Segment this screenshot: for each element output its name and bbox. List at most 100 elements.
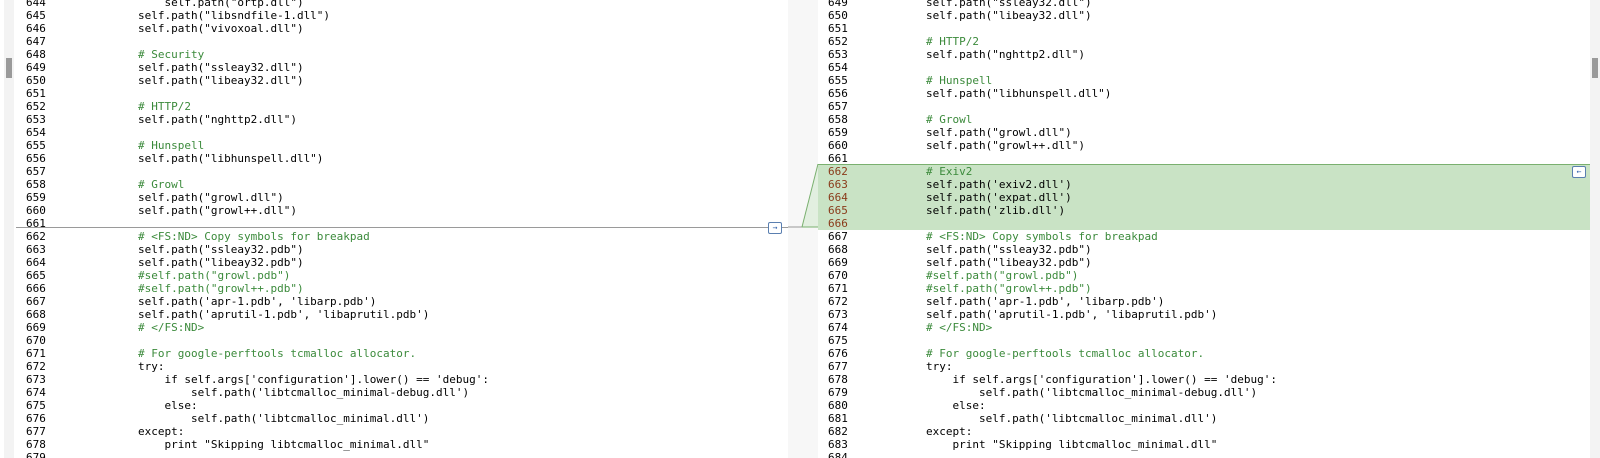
code-text[interactable]: self.path('libtcmalloc_minimal.dll') (926, 412, 1217, 425)
right-scroll-marker[interactable] (1592, 58, 1598, 78)
right-code-line[interactable]: 653 self.path("nghttp2.dll") (818, 48, 1594, 61)
code-text[interactable]: self.path("growl.dll") (926, 126, 1072, 139)
right-code-line[interactable]: 676 # For google-perftools tcmalloc alloc… (818, 347, 1594, 360)
right-code-line[interactable]: 665 self.path('zlib.dll') (818, 204, 1594, 217)
right-code-line[interactable]: 654 (818, 61, 1594, 74)
code-text[interactable]: self.path("libeay32.dll") (926, 9, 1092, 22)
right-code-line[interactable]: 652 # HTTP/2 (818, 35, 1594, 48)
left-code-line[interactable]: 660 self.path("growl++.dll") (16, 204, 788, 217)
code-text[interactable]: self.path('exiv2.dll') (926, 178, 1072, 191)
code-comment[interactable]: #self.path("growl++.pdb") (926, 282, 1092, 295)
code-text[interactable]: self.path("ssleay32.pdb") (926, 243, 1092, 256)
left-code-line[interactable]: 671 # For google-perftools tcmalloc alloc… (16, 347, 788, 360)
code-text[interactable]: self.path('expat.dll') (926, 191, 1072, 204)
right-code-line[interactable]: 678 if self.args['configuration'].lower(… (818, 373, 1594, 386)
right-code-line[interactable]: 680 else: (818, 399, 1594, 412)
left-code-line[interactable]: 644 self.path("ortp.dll") (16, 0, 788, 9)
code-text[interactable]: try: (138, 360, 165, 373)
left-code-line[interactable]: 652 # HTTP/2 (16, 100, 788, 113)
code-text[interactable]: self.path("growl++.dll") (138, 204, 297, 217)
code-text[interactable]: self.path('libtcmalloc_minimal-debug.dll… (926, 386, 1257, 399)
code-text[interactable]: self.path('aprutil-1.pdb', 'libaprutil.p… (138, 308, 429, 321)
code-text[interactable]: self.path('zlib.dll') (926, 204, 1065, 217)
code-text[interactable]: self.path("libhunspell.dll") (926, 87, 1111, 100)
left-code-line[interactable]: 668 self.path('aprutil-1.pdb', 'libapruti… (16, 308, 788, 321)
right-code-line[interactable]: 666 (818, 217, 1594, 230)
code-comment[interactable]: # </FS:ND> (926, 321, 992, 334)
code-comment[interactable]: # Hunspell (926, 74, 992, 87)
left-code-line[interactable]: 648 # Security (16, 48, 788, 61)
left-code-line[interactable]: 674 self.path('libtcmalloc_minimal-debug… (16, 386, 788, 399)
left-code-line[interactable]: 656 self.path("libhunspell.dll") (16, 152, 788, 165)
left-overview-ruler[interactable] (4, 0, 14, 458)
copy-to-left-icon[interactable]: ← (1572, 166, 1586, 178)
left-code-line[interactable]: 679 (16, 451, 788, 458)
left-code-line[interactable]: 657 (16, 165, 788, 178)
left-scroll-marker[interactable] (6, 58, 12, 78)
right-code-line[interactable]: 649 self.path("ssleay32.dll") (818, 0, 1594, 9)
code-comment[interactable]: # </FS:ND> (138, 321, 204, 334)
code-text[interactable]: self.path('libtcmalloc_minimal.dll') (138, 412, 429, 425)
left-code-line[interactable]: 655 # Hunspell (16, 139, 788, 152)
right-code-line[interactable]: 655 # Hunspell (818, 74, 1594, 87)
right-code-line[interactable]: 651 (818, 22, 1594, 35)
code-text[interactable]: try: (926, 360, 953, 373)
code-comment[interactable]: # <FS:ND> Copy symbols for breakpad (926, 230, 1158, 243)
right-code-line[interactable]: 671 #self.path("growl++.pdb") (818, 282, 1594, 295)
left-code-line[interactable]: 658 # Growl (16, 178, 788, 191)
right-code-line[interactable]: 664 self.path('expat.dll') (818, 191, 1594, 204)
code-comment[interactable]: #self.path("growl++.pdb") (138, 282, 304, 295)
left-code-line[interactable]: 672 try: (16, 360, 788, 373)
code-comment[interactable]: # Growl (926, 113, 972, 126)
code-text[interactable]: self.path("ortp.dll") (138, 0, 303, 9)
code-text[interactable]: self.path("vivoxoal.dll") (138, 22, 304, 35)
left-code-line[interactable]: 669 # </FS:ND> (16, 321, 788, 334)
right-code-line[interactable]: 656 self.path("libhunspell.dll") (818, 87, 1594, 100)
code-text[interactable]: self.path("libeay32.dll") (138, 74, 304, 87)
left-code-line[interactable]: 677 except: (16, 425, 788, 438)
left-code-line[interactable]: 659 self.path("growl.dll") (16, 191, 788, 204)
left-code-line[interactable]: 647 (16, 35, 788, 48)
right-code-line[interactable]: 681 self.path('libtcmalloc_minimal.dll') (818, 412, 1594, 425)
left-code-line[interactable]: 667 self.path('apr-1.pdb', 'libarp.pdb') (16, 295, 788, 308)
code-text[interactable]: self.path("libeay32.pdb") (926, 256, 1092, 269)
left-code-line[interactable]: 645 self.path("libsndfile-1.dll") (16, 9, 788, 22)
right-code-line[interactable]: 675 (818, 334, 1594, 347)
left-editor-pane[interactable]: 644 self.path("ortp.dll") 645 self.path("l… (16, 0, 788, 458)
code-comment[interactable]: # HTTP/2 (926, 35, 979, 48)
code-text[interactable]: print "Skipping libtcmalloc_minimal.dll" (138, 438, 429, 451)
copy-to-right-icon[interactable]: → (768, 222, 782, 234)
right-code-line[interactable]: 677 try: (818, 360, 1594, 373)
code-comment[interactable]: # Exiv2 (926, 165, 972, 178)
code-text[interactable]: self.path("libeay32.pdb") (138, 256, 304, 269)
right-code-line[interactable]: 674 # </FS:ND> (818, 321, 1594, 334)
right-code-line[interactable]: 660 self.path("growl++.dll") (818, 139, 1594, 152)
code-text[interactable]: self.path("growl++.dll") (926, 139, 1085, 152)
code-comment[interactable]: # HTTP/2 (138, 100, 191, 113)
right-code-line[interactable]: 661 (818, 152, 1594, 165)
code-text[interactable]: self.path("libsndfile-1.dll") (138, 9, 330, 22)
code-text[interactable]: if self.args['configuration'].lower() ==… (926, 373, 1277, 386)
right-code-line[interactable]: 668 self.path("ssleay32.pdb") (818, 243, 1594, 256)
left-code-line[interactable]: 662 # <FS:ND> Copy symbols for breakpad (16, 230, 788, 243)
left-code-line[interactable]: 646 self.path("vivoxoal.dll") (16, 22, 788, 35)
left-code-line[interactable]: 673 if self.args['configuration'].lower(… (16, 373, 788, 386)
code-text[interactable]: else: (138, 399, 197, 412)
code-text[interactable]: self.path("ssleay32.pdb") (138, 243, 304, 256)
left-code-line[interactable]: 666 #self.path("growl++.pdb") (16, 282, 788, 295)
left-code-line[interactable]: 651 (16, 87, 788, 100)
right-code-line[interactable]: 659 self.path("growl.dll") (818, 126, 1594, 139)
code-text[interactable]: self.path("libhunspell.dll") (138, 152, 323, 165)
code-text[interactable]: self.path('aprutil-1.pdb', 'libaprutil.p… (926, 308, 1217, 321)
right-code-line[interactable]: 650 self.path("libeay32.dll") (818, 9, 1594, 22)
right-code-line[interactable]: 682 except: (818, 425, 1594, 438)
right-code-line[interactable]: 679 self.path('libtcmalloc_minimal-debug… (818, 386, 1594, 399)
right-code-line[interactable]: 683 print "Skipping libtcmalloc_minimal.… (818, 438, 1594, 451)
code-comment[interactable]: # Security (138, 48, 204, 61)
left-code-line[interactable]: 661 (16, 217, 788, 230)
left-code-line[interactable]: 663 self.path("ssleay32.pdb") (16, 243, 788, 256)
right-code-line[interactable]: 667 # <FS:ND> Copy symbols for breakpad (818, 230, 1594, 243)
right-editor-pane[interactable]: 649 self.path("ssleay32.dll") 650 self.path… (818, 0, 1594, 458)
right-code-line[interactable]: 672 self.path('apr-1.pdb', 'libarp.pdb') (818, 295, 1594, 308)
left-code-line[interactable]: 664 self.path("libeay32.pdb") (16, 256, 788, 269)
